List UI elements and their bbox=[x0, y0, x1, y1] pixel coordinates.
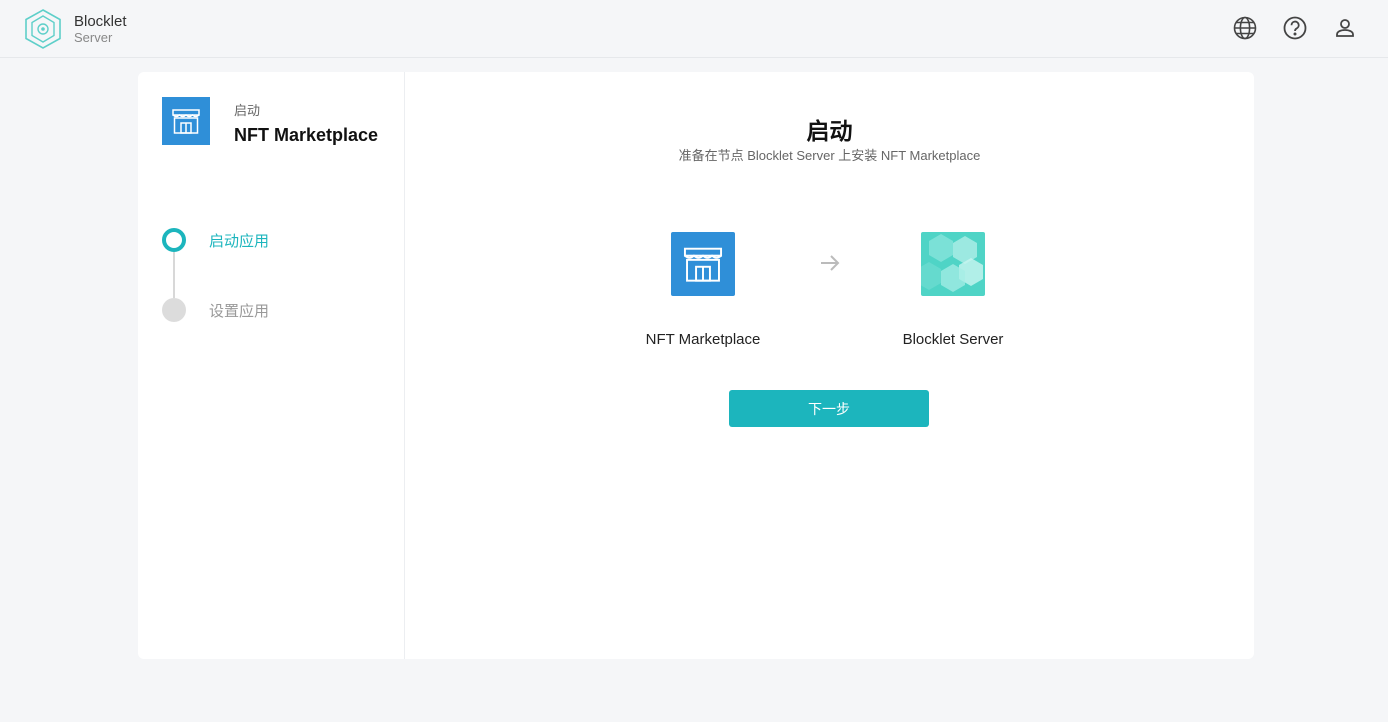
install-sidebar: 启动 NFT Marketplace 启动应用 设置应用 bbox=[138, 72, 405, 659]
target-server-label: Blocklet Server bbox=[902, 331, 1004, 348]
brand-sub: Server bbox=[74, 30, 113, 45]
top-bar: Blocklet Server bbox=[0, 0, 1388, 58]
step-launch-indicator bbox=[162, 228, 186, 252]
blocklet-server-icon bbox=[921, 232, 985, 296]
globe-icon[interactable] bbox=[1232, 15, 1258, 41]
blocklet-logo-icon bbox=[25, 9, 61, 49]
step-setup[interactable]: 设置应用 bbox=[162, 298, 269, 322]
step-setup-label: 设置应用 bbox=[209, 302, 270, 320]
brand[interactable]: Blocklet Server bbox=[22, 8, 127, 50]
user-icon[interactable] bbox=[1332, 15, 1358, 41]
install-card: 启动 NFT Marketplace 启动应用 设置应用 启动 准备在节点 Bl… bbox=[138, 72, 1254, 659]
page-title: 启动 bbox=[806, 118, 853, 144]
steps: 启动应用 设置应用 bbox=[162, 228, 269, 322]
source-app: NFT Marketplace bbox=[603, 232, 803, 348]
next-button[interactable]: 下一步 bbox=[729, 390, 929, 427]
install-main: 启动 准备在节点 Blocklet Server 上安装 NFT Marketp… bbox=[405, 72, 1254, 659]
step-launch[interactable]: 启动应用 bbox=[162, 228, 270, 298]
source-app-label: NFT Marketplace bbox=[645, 331, 761, 348]
app-name: NFT Marketplace bbox=[234, 125, 379, 145]
arrow-right-icon bbox=[821, 255, 840, 271]
help-icon[interactable] bbox=[1282, 15, 1308, 41]
store-icon bbox=[671, 232, 735, 296]
app-label: 启动 bbox=[234, 103, 261, 118]
target-server: Blocklet Server bbox=[853, 232, 1053, 348]
page-subtitle: 准备在节点 Blocklet Server 上安装 NFT Marketplac… bbox=[678, 148, 981, 163]
store-icon bbox=[162, 97, 210, 145]
step-setup-indicator bbox=[162, 298, 186, 322]
step-connector bbox=[173, 252, 175, 298]
app-header: 启动 NFT Marketplace bbox=[162, 97, 378, 146]
brand-name: Blocklet bbox=[74, 13, 127, 30]
step-launch-label: 启动应用 bbox=[209, 232, 270, 250]
